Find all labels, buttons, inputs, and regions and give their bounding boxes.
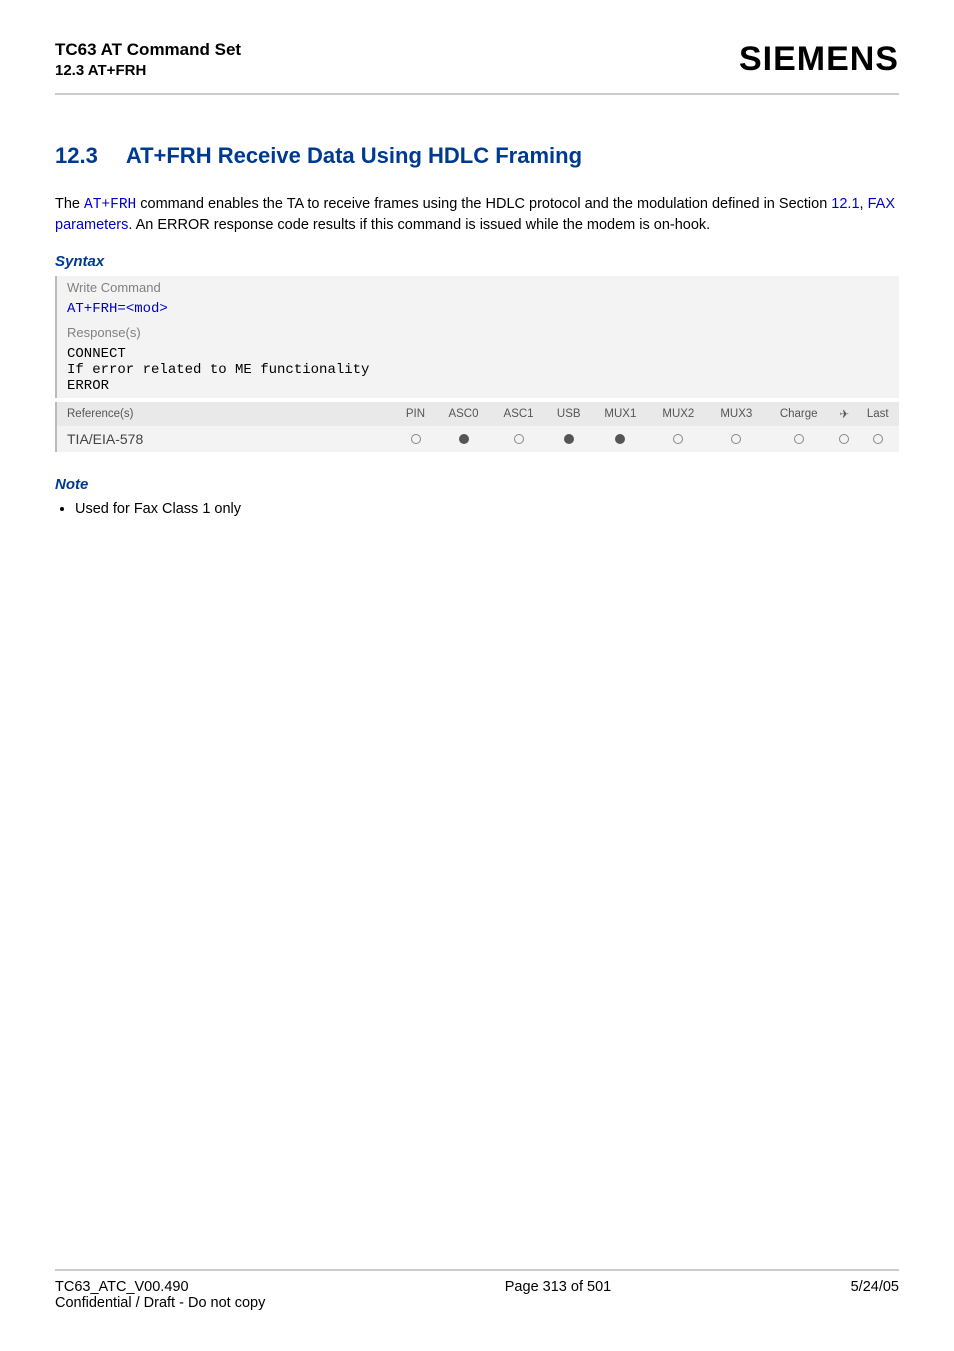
col-asc1: ASC1 bbox=[491, 402, 546, 426]
col-usb: USB bbox=[546, 402, 591, 426]
write-command-label: Write Command bbox=[57, 276, 899, 299]
dot-filled-icon bbox=[615, 434, 625, 444]
dot-charge bbox=[765, 426, 832, 452]
col-pin: PIN bbox=[396, 402, 436, 426]
response-line: ERROR bbox=[67, 378, 889, 394]
note-label: Note bbox=[55, 476, 899, 493]
intro-link-section[interactable]: 12.1 bbox=[831, 196, 859, 212]
dot-filled-icon bbox=[459, 434, 469, 444]
col-last: Last bbox=[857, 402, 899, 426]
section-heading: 12.3 AT+FRH Receive Data Using HDLC Frami… bbox=[55, 143, 899, 169]
write-command-code: AT+FRH=<mod> bbox=[57, 299, 899, 321]
col-airplane-icon: ✈ bbox=[832, 402, 856, 426]
doc-section: 12.3 AT+FRH bbox=[55, 62, 241, 79]
dot-empty-icon bbox=[514, 434, 524, 444]
dot-empty-icon bbox=[673, 434, 683, 444]
page-header: TC63 AT Command Set 12.3 AT+FRH SIEMENS bbox=[55, 40, 899, 95]
syntax-box: Write Command AT+FRH=<mod> Response(s) C… bbox=[55, 276, 899, 398]
response-line: If error related to ME functionality bbox=[67, 362, 889, 378]
dot-empty-icon bbox=[839, 434, 849, 444]
dot-last bbox=[857, 426, 899, 452]
col-mux2: MUX2 bbox=[649, 402, 707, 426]
intro-text-4: . An ERROR response code results if this… bbox=[128, 217, 710, 233]
responses-block: CONNECT If error related to ME functiona… bbox=[57, 344, 899, 398]
syntax-label: Syntax bbox=[55, 253, 899, 270]
response-line: CONNECT bbox=[67, 346, 889, 362]
footer-confidential: Confidential / Draft - Do not copy bbox=[55, 1295, 265, 1311]
dot-empty-icon bbox=[873, 434, 883, 444]
page-footer: TC63_ATC_V00.490 Confidential / Draft - … bbox=[55, 1269, 899, 1311]
section-number: 12.3 bbox=[55, 143, 98, 169]
dot-filled-icon bbox=[564, 434, 574, 444]
dot-asc0 bbox=[436, 426, 491, 452]
dot-mux1 bbox=[591, 426, 649, 452]
dot-empty-icon bbox=[731, 434, 741, 444]
col-mux1: MUX1 bbox=[591, 402, 649, 426]
footer-date: 5/24/05 bbox=[851, 1279, 899, 1311]
brand-logo: SIEMENS bbox=[739, 40, 899, 79]
dot-mux3 bbox=[707, 426, 765, 452]
dot-empty-icon bbox=[411, 434, 421, 444]
reference-value: TIA/EIA-578 bbox=[56, 426, 396, 452]
col-mux3: MUX3 bbox=[707, 402, 765, 426]
reference-label: Reference(s) bbox=[56, 402, 396, 426]
intro-text-1: The bbox=[55, 196, 84, 212]
write-command-prefix: AT+FRH= bbox=[67, 301, 126, 317]
dot-pin bbox=[396, 426, 436, 452]
note-list: Used for Fax Class 1 only bbox=[57, 501, 899, 517]
dot-asc1 bbox=[491, 426, 546, 452]
reference-table: Reference(s) PIN ASC0 ASC1 USB MUX1 MUX2… bbox=[55, 402, 899, 452]
doc-title: TC63 AT Command Set bbox=[55, 40, 241, 60]
intro-text-2: command enables the TA to receive frames… bbox=[136, 196, 831, 212]
responses-label: Response(s) bbox=[57, 321, 899, 344]
intro-paragraph: The AT+FRH command enables the TA to rec… bbox=[55, 195, 899, 235]
intro-text-3: , bbox=[860, 196, 868, 212]
dot-empty-icon bbox=[794, 434, 804, 444]
note-item: Used for Fax Class 1 only bbox=[75, 501, 899, 517]
intro-link-atfrh[interactable]: AT+FRH bbox=[84, 197, 136, 213]
footer-version: TC63_ATC_V00.490 bbox=[55, 1279, 265, 1295]
footer-page: Page 313 of 501 bbox=[265, 1279, 850, 1311]
reference-value-row: TIA/EIA-578 bbox=[56, 426, 899, 452]
write-command-param[interactable]: <mod> bbox=[126, 301, 168, 317]
dot-usb bbox=[546, 426, 591, 452]
dot-mux2 bbox=[649, 426, 707, 452]
col-charge: Charge bbox=[765, 402, 832, 426]
col-asc0: ASC0 bbox=[436, 402, 491, 426]
footer-left: TC63_ATC_V00.490 Confidential / Draft - … bbox=[55, 1279, 265, 1311]
reference-header-row: Reference(s) PIN ASC0 ASC1 USB MUX1 MUX2… bbox=[56, 402, 899, 426]
dot-airplane bbox=[832, 426, 856, 452]
header-left: TC63 AT Command Set 12.3 AT+FRH bbox=[55, 40, 241, 79]
section-title: AT+FRH Receive Data Using HDLC Framing bbox=[126, 143, 582, 168]
